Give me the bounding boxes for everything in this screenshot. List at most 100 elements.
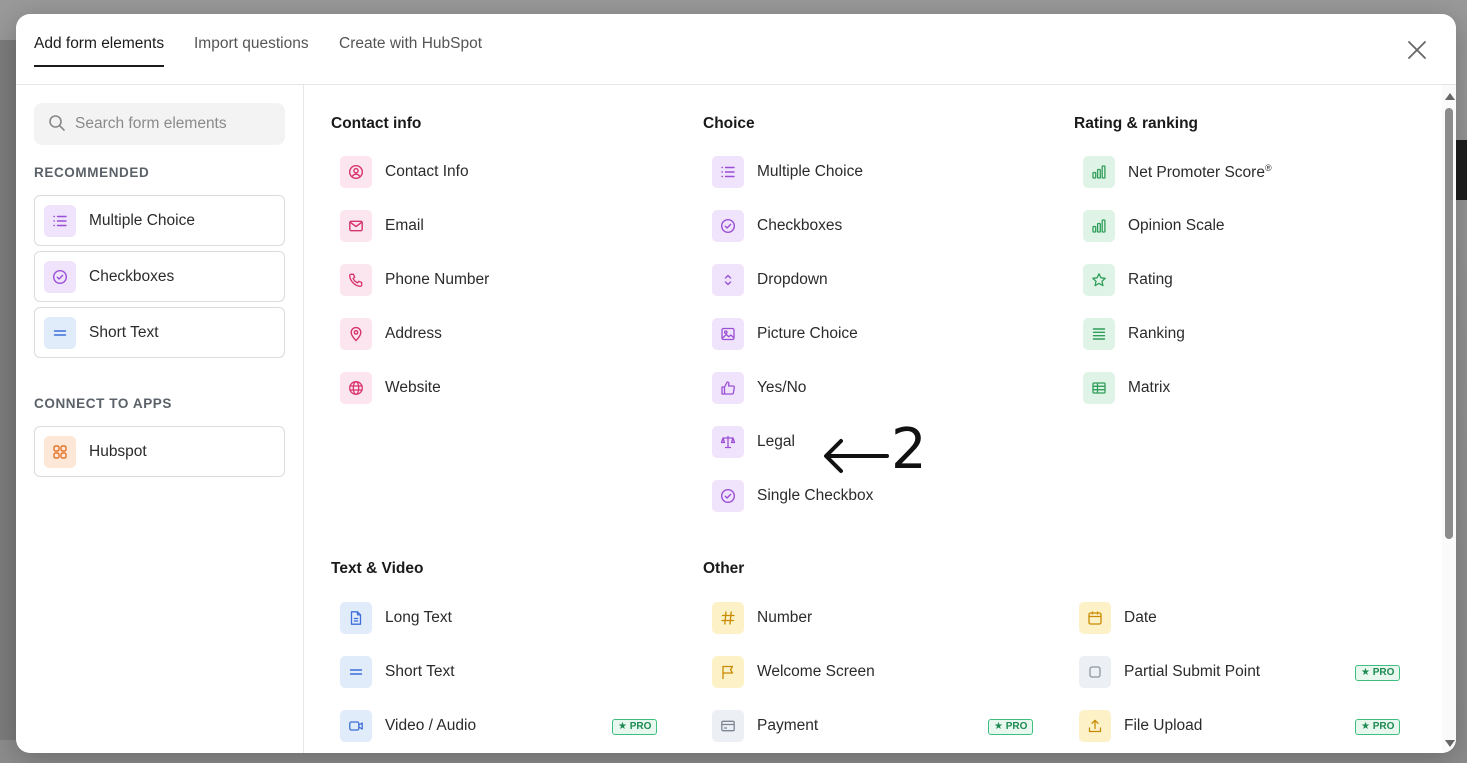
short-text-icon	[340, 656, 372, 688]
list-icon	[44, 205, 76, 237]
section-title-text-video: Text & Video	[331, 560, 424, 577]
element-label: Picture Choice	[757, 325, 858, 342]
square-icon	[1079, 656, 1111, 688]
backdrop-strip	[0, 40, 16, 740]
element-contact-info[interactable]: Contact Info	[340, 152, 640, 192]
sidebar-item-checkboxes[interactable]: Checkboxes	[34, 251, 285, 302]
bar-chart-icon	[1083, 156, 1115, 188]
add-form-elements-modal: Add form elements Import questions Creat…	[16, 14, 1456, 753]
nps-label-text: Net Promoter Score	[1128, 164, 1265, 182]
element-checkboxes[interactable]: Checkboxes	[712, 206, 1012, 246]
section-title-choice: Choice	[703, 115, 755, 132]
tab-create-with-hubspot[interactable]: Create with HubSpot	[339, 35, 482, 65]
scroll-up-icon[interactable]	[1445, 93, 1455, 100]
tab-add-form-elements[interactable]: Add form elements	[34, 35, 165, 67]
tabs-bar: Add form elements Import questions Creat…	[16, 14, 1456, 85]
element-file-upload[interactable]: File Upload ★ PRO	[1079, 706, 1403, 746]
element-label: Ranking	[1128, 325, 1185, 342]
element-opinion-scale[interactable]: Opinion Scale	[1083, 206, 1383, 246]
element-label: Multiple Choice	[757, 163, 863, 180]
section-title-contact-info: Contact info	[331, 115, 422, 132]
element-rating[interactable]: Rating	[1083, 260, 1383, 300]
scale-icon	[712, 426, 744, 458]
search-box[interactable]	[34, 103, 285, 145]
element-net-promoter-score[interactable]: Net Promoter Score®	[1083, 152, 1403, 192]
scrollbar[interactable]	[1442, 85, 1456, 753]
element-video-audio[interactable]: Video / Audio ★ PRO	[340, 706, 660, 746]
element-label: Email	[385, 217, 424, 234]
element-date[interactable]: Date	[1079, 598, 1403, 638]
element-label: Payment	[757, 717, 819, 734]
element-label: Number	[757, 609, 813, 626]
sidebar-item-label: Checkboxes	[89, 268, 175, 285]
element-picture-choice[interactable]: Picture Choice	[712, 314, 1012, 354]
element-address[interactable]: Address	[340, 314, 640, 354]
element-label: Website	[385, 379, 441, 396]
element-label: Welcome Screen	[757, 663, 875, 680]
element-long-text[interactable]: Long Text	[340, 598, 660, 638]
annotation-number: 2	[891, 417, 927, 482]
mail-icon	[340, 210, 372, 242]
connect-to-apps-heading: CONNECT TO APPS	[34, 396, 173, 411]
close-icon[interactable]	[1406, 39, 1428, 61]
element-welcome-screen[interactable]: Welcome Screen	[712, 652, 1036, 692]
backdrop-strip	[1456, 140, 1467, 200]
globe-icon	[340, 372, 372, 404]
element-label: Single Checkbox	[757, 487, 874, 504]
left-arrow-icon	[824, 439, 889, 473]
document-icon	[340, 602, 372, 634]
pro-badge: ★ PRO	[1355, 719, 1401, 735]
element-matrix[interactable]: Matrix	[1083, 368, 1383, 408]
element-label: Contact Info	[385, 163, 469, 180]
registered-mark: ®	[1264, 163, 1272, 173]
bar-chart-icon	[1083, 210, 1115, 242]
element-label: Address	[385, 325, 442, 342]
thumbs-up-icon	[712, 372, 744, 404]
element-label: Yes/No	[757, 379, 807, 396]
sidebar-item-hubspot[interactable]: Hubspot	[34, 426, 285, 477]
scrollbar-thumb[interactable]	[1445, 108, 1453, 539]
element-dropdown[interactable]: Dropdown	[712, 260, 1012, 300]
upload-icon	[1079, 710, 1111, 742]
element-label: Phone Number	[385, 271, 490, 288]
element-label: Checkboxes	[757, 217, 843, 234]
star-icon	[1083, 264, 1115, 296]
pro-badge: ★ PRO	[612, 719, 658, 735]
element-label: Opinion Scale	[1128, 217, 1225, 234]
tab-import-questions[interactable]: Import questions	[194, 35, 309, 65]
element-payment[interactable]: Payment ★ PRO	[712, 706, 1036, 746]
check-circle-icon	[44, 261, 76, 293]
element-email[interactable]: Email	[340, 206, 640, 246]
scroll-down-icon[interactable]	[1445, 740, 1455, 747]
elements-panel: Contact info Contact Info Email Phone Nu…	[304, 85, 1456, 753]
search-icon	[48, 114, 66, 132]
search-input[interactable]	[75, 103, 275, 145]
element-ranking[interactable]: Ranking	[1083, 314, 1383, 354]
list-icon	[712, 156, 744, 188]
sidebar-item-multiple-choice[interactable]: Multiple Choice	[34, 195, 285, 246]
calendar-icon	[1079, 602, 1111, 634]
sidebar-item-label: Hubspot	[89, 443, 147, 460]
element-phone-number[interactable]: Phone Number	[340, 260, 640, 300]
sidebar-item-short-text[interactable]: Short Text	[34, 307, 285, 358]
element-short-text[interactable]: Short Text	[340, 652, 660, 692]
element-multiple-choice[interactable]: Multiple Choice	[712, 152, 1012, 192]
flag-icon	[712, 656, 744, 688]
element-partial-submit-point[interactable]: Partial Submit Point ★ PRO	[1079, 652, 1403, 692]
short-text-icon	[44, 317, 76, 349]
element-label: File Upload	[1124, 717, 1203, 734]
element-website[interactable]: Website	[340, 368, 640, 408]
element-number[interactable]: Number	[712, 598, 1036, 638]
image-icon	[712, 318, 744, 350]
table-icon	[1083, 372, 1115, 404]
check-circle-icon	[712, 480, 744, 512]
annotation-arrow: 2	[821, 422, 931, 486]
chevron-updown-icon	[712, 264, 744, 296]
element-yes-no[interactable]: Yes/No	[712, 368, 1012, 408]
sidebar-item-label: Short Text	[89, 324, 159, 341]
element-label: Rating	[1128, 271, 1173, 288]
element-label: Net Promoter Score®	[1128, 163, 1272, 182]
apps-grid-icon	[44, 436, 76, 468]
hash-icon	[712, 602, 744, 634]
recommended-heading: RECOMMENDED	[34, 165, 150, 180]
